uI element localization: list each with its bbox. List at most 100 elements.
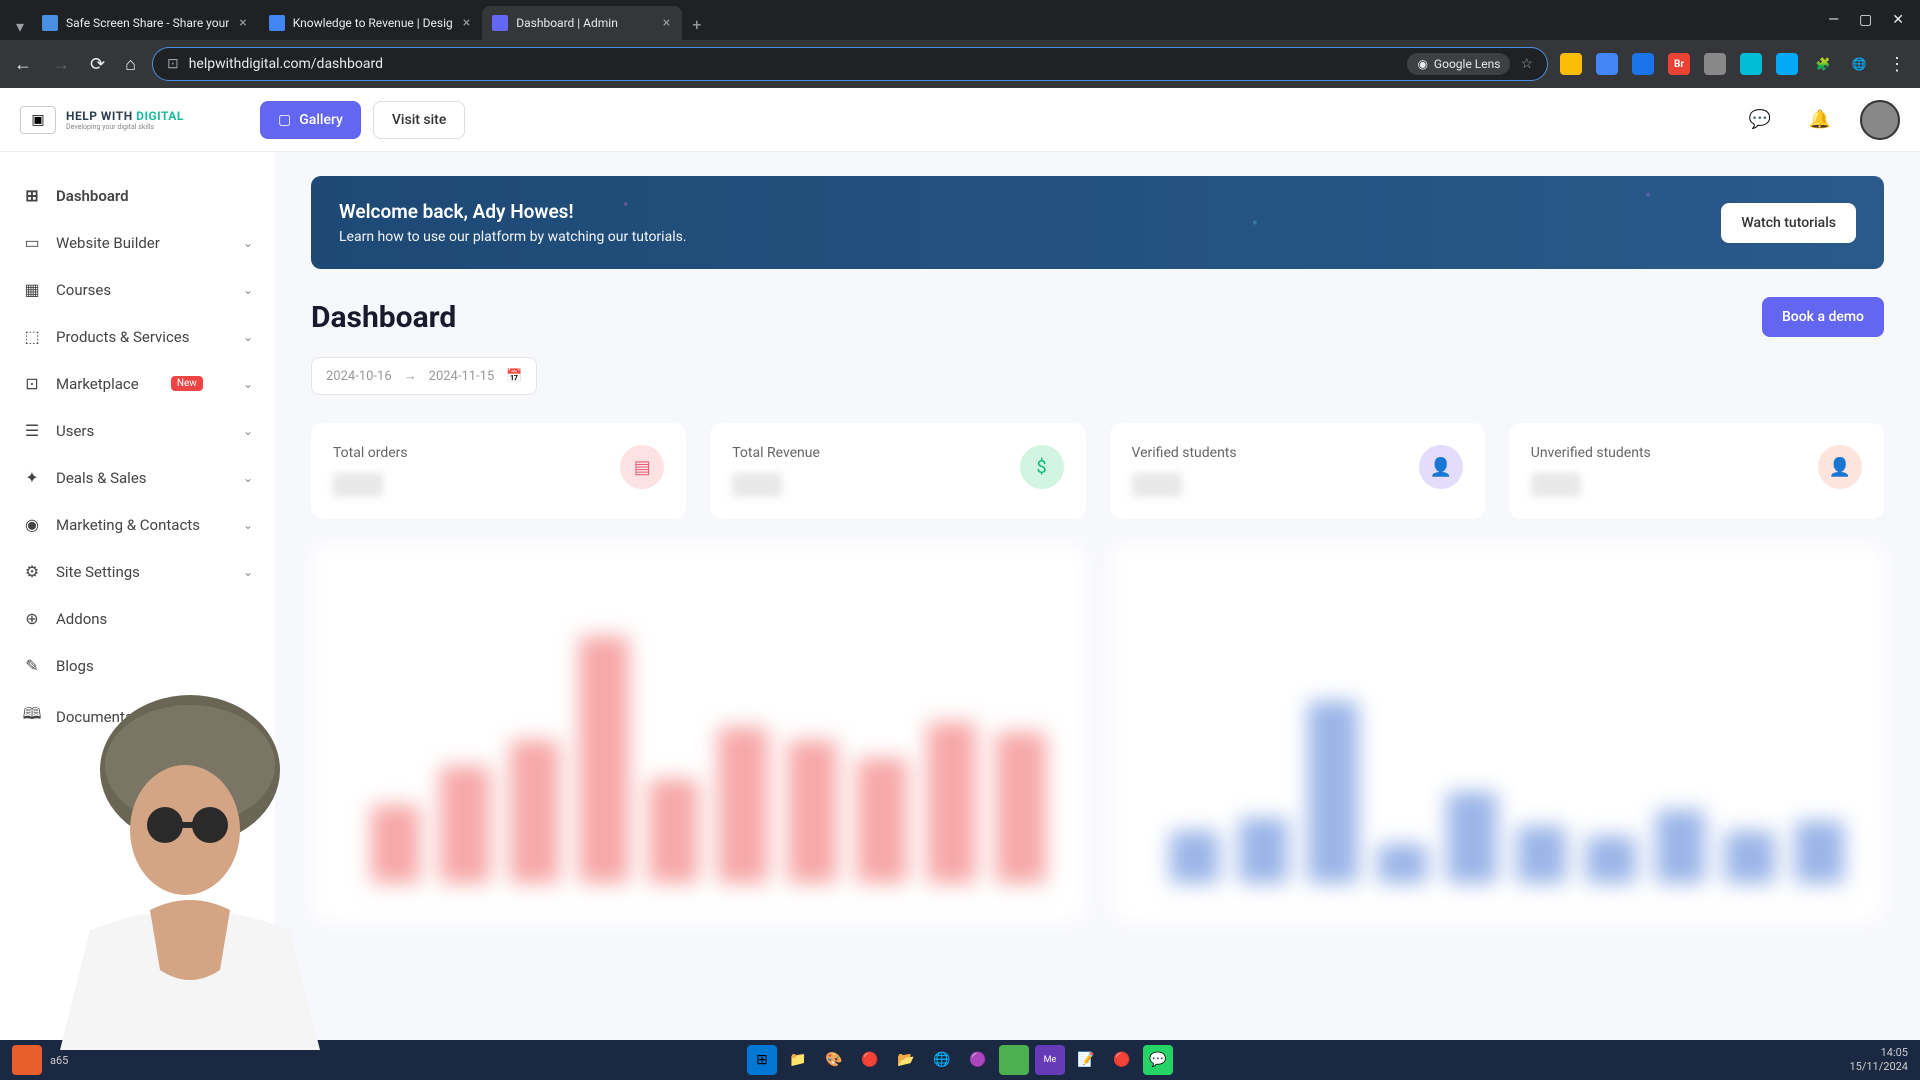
favicon-icon [42,15,58,31]
extensions-menu-icon[interactable]: 🧩 [1812,53,1834,75]
site-info-icon[interactable]: ⊡ [167,56,179,72]
chevron-down-icon: ⌄ [243,518,253,532]
chart-bar [649,779,698,883]
url-input[interactable] [189,56,1398,72]
browser-menu-button[interactable]: ⋮ [1884,50,1910,79]
chart-bar [371,805,420,883]
logo-icon: ▣ [20,106,56,134]
logo[interactable]: ▣ HELP WITH DIGITAL Developing your digi… [20,106,260,134]
maximize-button[interactable]: ▢ [1859,12,1872,28]
taskbar-app-icon[interactable]: 📂 [891,1045,921,1075]
taskbar-app-icon[interactable]: 💬 [1143,1045,1173,1075]
taskbar-app-icon[interactable]: 🎨 [819,1045,849,1075]
profile-icon[interactable]: 🌐 [1848,53,1870,75]
tab-close-icon[interactable]: × [461,13,472,33]
chart-bar [1447,792,1496,883]
forward-button[interactable]: → [48,50,74,79]
taskbar-app-icon[interactable]: Me [1035,1045,1065,1075]
nav-label: Addons [56,610,107,628]
browser-tab-strip: ▾ Safe Screen Share - Share your × Knowl… [0,0,1920,40]
nav-icon: ▭ [22,233,42,252]
sidebar-item-courses[interactable]: ▦ Courses ⌄ [0,266,275,313]
tab-title: Dashboard | Admin [516,16,653,30]
start-button[interactable]: ⊞ [747,1045,777,1075]
book-demo-button[interactable]: Book a demo [1762,297,1884,337]
chart-bar [927,722,976,883]
extension-icon[interactable]: Br [1668,53,1690,75]
sidebar-item-dashboard[interactable]: ⊞ Dashboard [0,172,275,219]
main-content: Welcome back, Ady Howes! Learn how to us… [275,152,1920,1040]
stat-card: Total orders ▤ [311,423,686,519]
tab-search-button[interactable]: ▾ [8,13,32,40]
sidebar-item-marketplace[interactable]: ⊡ Marketplace New ⌄ [0,360,275,407]
reload-button[interactable]: ⟳ [86,50,109,79]
nav-label: Marketing & Contacts [56,516,200,534]
address-bar[interactable]: ⊡ ◉ Google Lens ☆ [152,47,1548,81]
sidebar-item-marketing-contacts[interactable]: ◉ Marketing & Contacts ⌄ [0,501,275,548]
welcome-subtitle: Learn how to use our platform by watchin… [339,229,687,245]
sidebar-item-site-settings[interactable]: ⚙ Site Settings ⌄ [0,548,275,595]
stat-icon: ▤ [620,445,664,489]
sidebar-item-deals-sales[interactable]: ✦ Deals & Sales ⌄ [0,454,275,501]
nav-icon: ⊞ [22,186,42,205]
extension-icon[interactable] [1776,53,1798,75]
new-tab-button[interactable]: + [682,9,711,40]
chevron-down-icon: ⌄ [243,471,253,485]
user-avatar[interactable] [1860,100,1900,140]
chart-bar [857,758,906,883]
stat-value-blurred [1132,473,1182,497]
stat-value-blurred [333,473,383,497]
taskbar-app-icon[interactable]: 📁 [783,1045,813,1075]
taskbar-app-icon[interactable]: 📝 [1071,1045,1101,1075]
stat-value-blurred [1531,473,1581,497]
extension-icons: Br 🧩 🌐 ⋮ [1560,50,1910,79]
notifications-icon[interactable]: 🔔 [1800,100,1840,140]
extension-icon[interactable] [1704,53,1726,75]
extension-icon[interactable] [1560,53,1582,75]
nav-icon: ☰ [22,421,42,440]
gallery-button[interactable]: ▢ Gallery [260,101,361,139]
stat-card: Verified students 👤 [1110,423,1485,519]
chevron-down-icon: ⌄ [243,377,253,391]
tab-close-icon[interactable]: × [237,13,248,33]
taskbar-app-icon[interactable]: 🌐 [927,1045,957,1075]
chart-bar [1586,836,1635,883]
extension-icon[interactable] [1596,53,1618,75]
browser-tab[interactable]: Safe Screen Share - Share your × [32,6,259,40]
back-button[interactable]: ← [10,50,36,79]
browser-tab[interactable]: Dashboard | Admin × [482,6,682,40]
extension-icon[interactable] [1632,53,1654,75]
home-button[interactable]: ⌂ [121,50,140,79]
chevron-down-icon: ⌄ [243,565,253,579]
stat-label: Total Revenue [732,445,820,461]
close-window-button[interactable]: ✕ [1892,12,1904,28]
sidebar-item-products-services[interactable]: ⬚ Products & Services ⌄ [0,313,275,360]
stat-value-blurred [732,473,782,497]
tab-close-icon[interactable]: × [661,13,672,33]
chart-bar [579,636,628,883]
chart-revenue [1110,543,1885,923]
chart-orders [311,543,1086,923]
nav-label: Courses [56,281,111,299]
taskbar-app-icon[interactable]: 🔴 [1107,1045,1137,1075]
favicon-icon [269,15,285,31]
visit-site-button[interactable]: Visit site [373,101,465,139]
sidebar-item-website-builder[interactable]: ▭ Website Builder ⌄ [0,219,275,266]
bookmark-icon[interactable]: ☆ [1520,56,1533,72]
messages-icon[interactable]: 💬 [1740,100,1780,140]
date-range-picker[interactable]: 2024-10-16 → 2024-11-15 📅 [311,357,537,395]
sidebar-item-users[interactable]: ☰ Users ⌄ [0,407,275,454]
tab-title: Safe Screen Share - Share your [66,16,229,30]
webcam-overlay [10,630,370,1050]
taskbar-app-icon[interactable] [999,1045,1029,1075]
taskbar-app-icon[interactable]: 🟣 [963,1045,993,1075]
system-tray[interactable]: 14:05 15/11/2024 [1849,1046,1908,1075]
taskbar-app-icon[interactable]: 🔴 [855,1045,885,1075]
browser-tab[interactable]: Knowledge to Revenue | Desig × [259,6,482,40]
watch-tutorials-button[interactable]: Watch tutorials [1721,203,1856,243]
nav-icon: ⊕ [22,609,42,628]
extension-icon[interactable] [1740,53,1762,75]
chevron-down-icon: ⌄ [243,283,253,297]
google-lens-button[interactable]: ◉ Google Lens [1407,53,1510,75]
minimize-button[interactable]: — [1828,12,1839,28]
